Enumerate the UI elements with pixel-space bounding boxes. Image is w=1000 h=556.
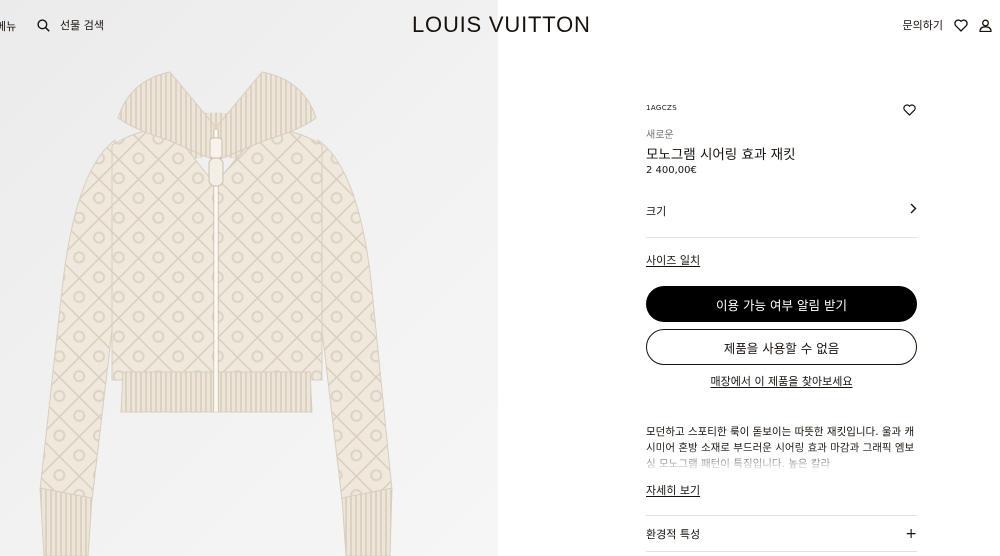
size-guide-link[interactable]: 사이즈 일치 (646, 252, 700, 268)
plus-icon: + (905, 525, 917, 542)
brand-logo[interactable]: LOUIS VUITTON (412, 12, 591, 38)
notify-availability-button[interactable]: 이용 가능 여부 알림 받기 (646, 286, 917, 322)
product-name: 모노그램 시어링 효과 재킷 (646, 147, 796, 163)
description-fade (646, 446, 917, 480)
product-sku: 1AGCZS (646, 104, 678, 112)
contact-link[interactable]: 문의하기 (903, 17, 943, 33)
search-icon (37, 18, 50, 32)
new-badge: 새로운 (646, 130, 674, 141)
product-price: 2 400,00€ (646, 165, 697, 176)
product-unavailable-button[interactable]: 제품을 사용할 수 없음 (646, 329, 917, 365)
menu-button[interactable]: 메뉴 (0, 18, 16, 34)
site-header: 메뉴 선물 검색 LOUIS VUITTON 문의하기 (0, 0, 1000, 52)
jacket-illustration (39, 71, 393, 556)
gift-search-label: 선물 검색 (60, 19, 104, 32)
gift-search-button[interactable]: 선물 검색 (37, 17, 104, 33)
user-icon[interactable] (979, 19, 992, 32)
product-image[interactable] (0, 0, 498, 556)
environmental-features-label: 환경적 특성 (646, 527, 701, 541)
environmental-features-accordion[interactable]: 환경적 특성 + (646, 515, 917, 552)
heart-icon[interactable] (954, 18, 968, 32)
wishlist-heart-icon[interactable] (903, 104, 916, 116)
chevron-right-icon (909, 203, 917, 214)
size-selector[interactable]: 크기 (646, 203, 917, 238)
size-label: 크기 (646, 205, 667, 218)
find-in-store-link[interactable]: 매장에서 이 제품을 찾아보세요 (646, 373, 917, 389)
header-actions: 문의하기 (903, 17, 992, 33)
read-more-link[interactable]: 자세히 보기 (646, 482, 700, 498)
product-panel: 1AGCZS 새로운 모노그램 시어링 효과 재킷 2 400,00€ 크기 사… (646, 0, 917, 556)
